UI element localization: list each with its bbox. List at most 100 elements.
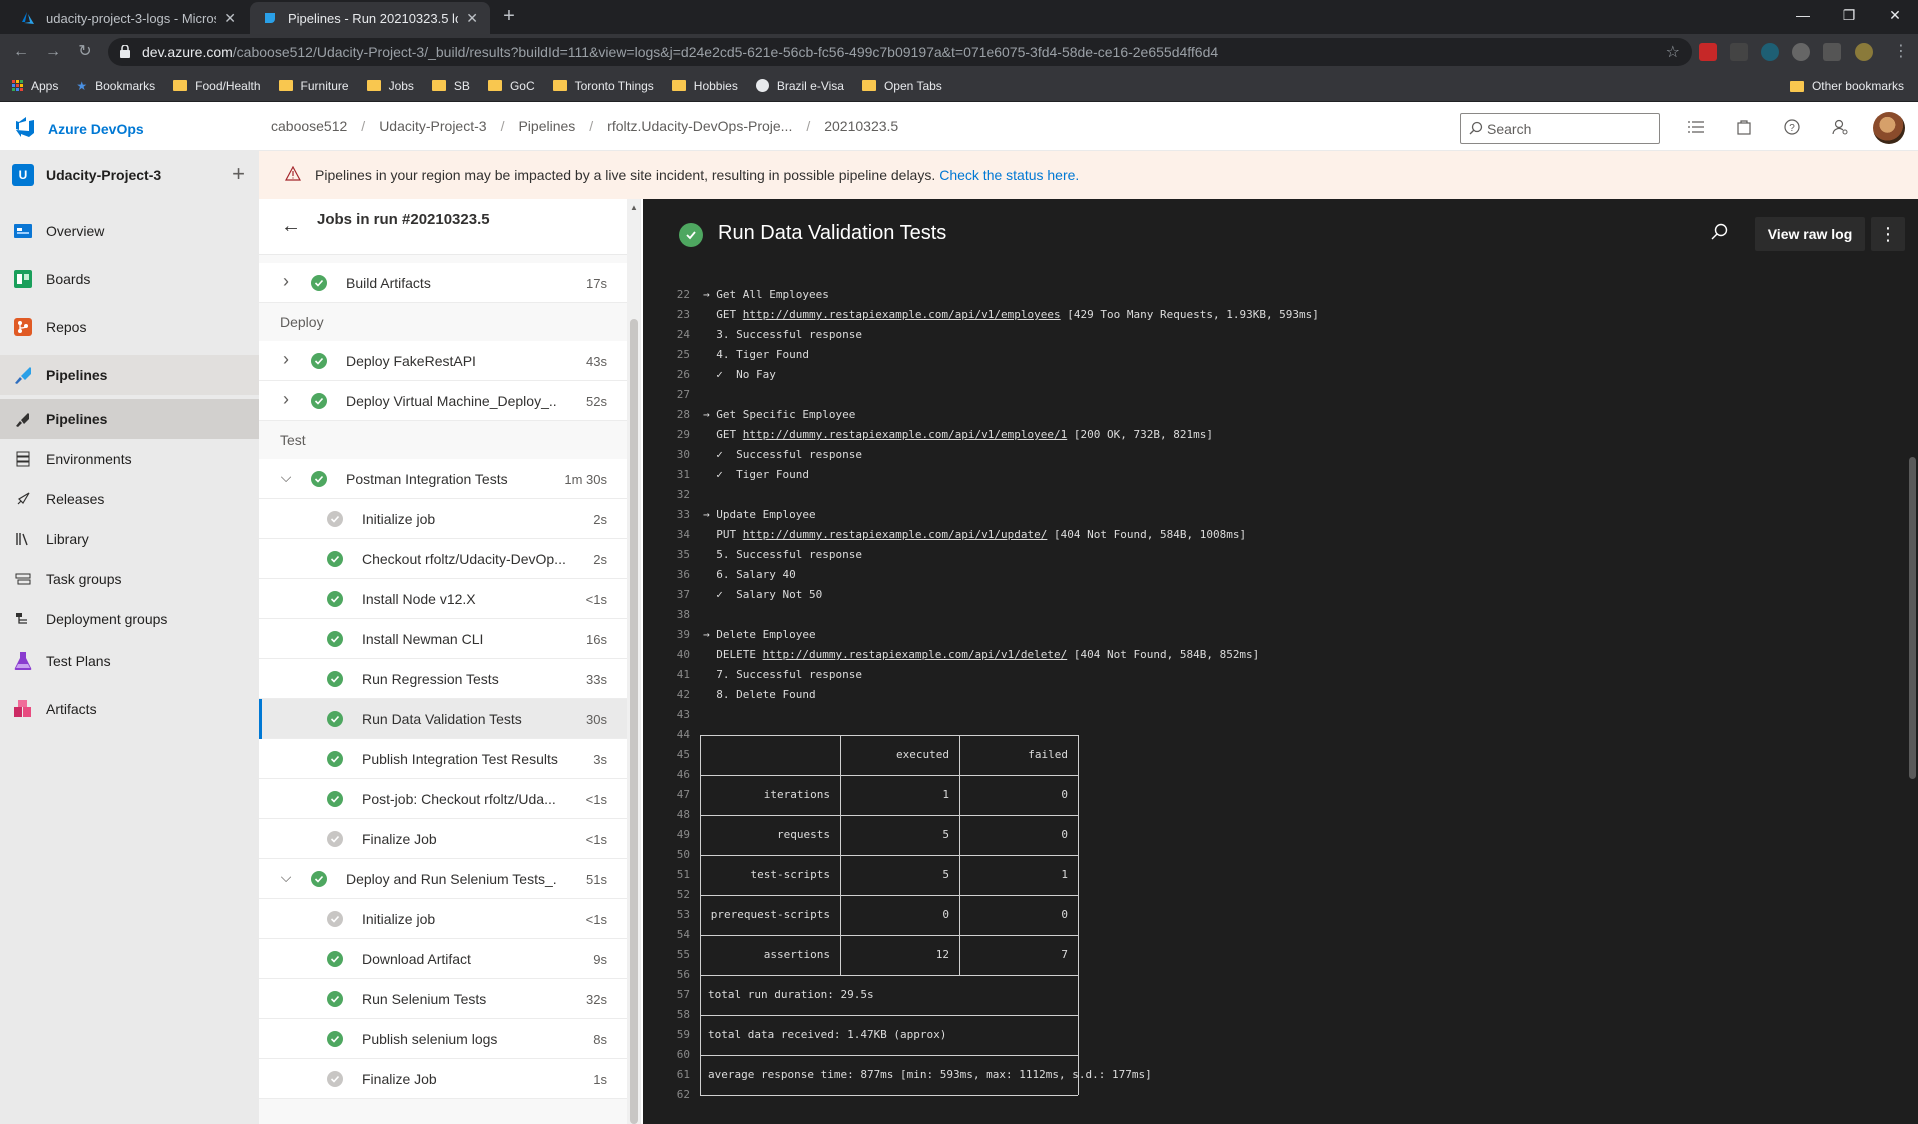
globe-icon — [755, 79, 769, 92]
banner-status-link[interactable]: Check the status here. — [939, 167, 1079, 183]
bookmark-open-tabs[interactable]: Open Tabs — [861, 79, 942, 93]
close-window-button[interactable]: ✕ — [1872, 0, 1918, 30]
step-row[interactable]: Run Regression Tests 33s — [259, 659, 627, 699]
step-row[interactable]: Initialize job 2s — [259, 499, 627, 539]
close-tab-icon[interactable]: ✕ — [466, 10, 478, 27]
step-row[interactable]: Run Data Validation Tests 30s — [259, 699, 627, 739]
step-row[interactable]: Run Selenium Tests 32s — [259, 979, 627, 1019]
bookmark-bookmarks[interactable]: ★ Bookmarks — [76, 79, 155, 93]
job-row[interactable]: › Build Artifacts 17s — [259, 263, 627, 303]
bookmark-toronto-things[interactable]: Toronto Things — [552, 79, 654, 93]
job-row[interactable]: › Deploy Virtual Machine_Deploy_... 52s — [259, 381, 627, 421]
extension-es-icon[interactable] — [1730, 43, 1748, 61]
chevron-right-icon[interactable]: › — [279, 349, 293, 370]
chevron-right-icon[interactable]: › — [279, 271, 293, 292]
breadcrumb-project[interactable]: Udacity-Project-3 — [379, 118, 486, 134]
step-row[interactable]: Install Newman CLI 16s — [259, 619, 627, 659]
nav-artifacts[interactable]: Artifacts — [0, 689, 259, 729]
nav-task-groups[interactable]: Task groups — [0, 559, 259, 599]
step-row[interactable]: Checkout rfoltz/Udacity-DevOp... 2s — [259, 539, 627, 579]
bookmark-furniture[interactable]: Furniture — [278, 79, 349, 93]
breadcrumb-pipelines[interactable]: Pipelines — [518, 118, 575, 134]
breadcrumb-run[interactable]: 20210323.5 — [824, 118, 898, 134]
bookmark-hobbies[interactable]: Hobbies — [671, 79, 738, 93]
job-row[interactable]: › Deploy FakeRestAPI 43s — [259, 341, 627, 381]
line-number: 33 — [676, 508, 690, 521]
log-url-link[interactable]: http://dummy.restapiexample.com/api/v1/u… — [743, 528, 1048, 541]
extension-reader-icon[interactable] — [1792, 43, 1810, 61]
log-scrollbar-thumb[interactable] — [1909, 457, 1916, 779]
add-icon[interactable]: + — [232, 163, 245, 185]
chevron-down-icon[interactable]: ⌵ — [279, 869, 293, 886]
back-button[interactable]: ← — [10, 41, 32, 63]
step-row[interactable]: Publish Integration Test Results 3s — [259, 739, 627, 779]
help-icon[interactable]: ? — [1781, 116, 1803, 138]
step-row[interactable]: Finalize Job <1s — [259, 819, 627, 859]
close-tab-icon[interactable]: ✕ — [224, 10, 236, 27]
project-header[interactable]: U Udacity-Project-3 + — [0, 151, 259, 199]
azure-devops-logo[interactable]: Azure DevOps — [14, 116, 144, 141]
breadcrumb-pipeline[interactable]: rfoltz.Udacity-DevOps-Proje... — [607, 118, 792, 134]
user-settings-icon[interactable] — [1829, 116, 1851, 138]
nav-test-plans[interactable]: Test Plans — [0, 641, 259, 681]
browser-tab-1[interactable]: udacity-project-3-logs - Microso ✕ — [8, 2, 248, 34]
minimize-button[interactable]: — — [1780, 0, 1826, 30]
nav-repos[interactable]: Repos — [0, 307, 259, 347]
chevron-down-icon[interactable]: ⌵ — [279, 469, 293, 486]
reload-button[interactable]: ↻ — [74, 41, 96, 63]
log-url-link[interactable]: http://dummy.restapiexample.com/api/v1/e… — [743, 428, 1068, 441]
bookmark-jobs[interactable]: Jobs — [366, 79, 414, 93]
log-search-icon[interactable] — [1711, 223, 1729, 244]
step-row[interactable]: Install Node v12.X <1s — [259, 579, 627, 619]
profile-icon[interactable] — [1855, 43, 1873, 61]
bookmark-sb[interactable]: SB — [431, 79, 470, 93]
search-input[interactable]: Search — [1460, 113, 1660, 144]
nav-releases[interactable]: Releases — [0, 479, 259, 519]
job-duration: 51s — [586, 872, 607, 887]
jobs-scrollbar[interactable]: ▲ — [627, 199, 640, 1124]
nav-deployment-groups[interactable]: Deployment groups — [0, 599, 259, 639]
scroll-up-icon[interactable]: ▲ — [630, 203, 638, 212]
restore-button[interactable]: ❐ — [1826, 0, 1872, 30]
nav-boards[interactable]: Boards — [0, 259, 259, 299]
avatar[interactable] — [1873, 112, 1905, 144]
nav-library[interactable]: Library — [0, 519, 259, 559]
list-icon[interactable] — [1685, 116, 1707, 138]
step-row[interactable]: Finalize Job 1s — [259, 1059, 627, 1099]
job-row[interactable]: ⌵ Deploy and Run Selenium Tests_... 51s — [259, 859, 627, 899]
log-url-link[interactable]: http://dummy.restapiexample.com/api/v1/e… — [743, 308, 1061, 321]
back-arrow-icon[interactable]: ← — [281, 215, 301, 238]
browser-menu-icon[interactable]: ⋮ — [1890, 41, 1912, 63]
nav-pipelines-sub[interactable]: Pipelines — [0, 399, 259, 439]
step-row[interactable]: Publish selenium logs 8s — [259, 1019, 627, 1059]
step-row[interactable]: Initialize job <1s — [259, 899, 627, 939]
extensions-puzzle-icon[interactable] — [1823, 43, 1841, 61]
nav-pipelines[interactable]: Pipelines — [0, 355, 259, 395]
view-raw-log-button[interactable]: View raw log — [1755, 217, 1865, 251]
new-tab-button[interactable]: + — [498, 6, 520, 28]
log-url-link[interactable]: http://dummy.restapiexample.com/api/v1/d… — [763, 648, 1068, 661]
extension-react-icon[interactable] — [1761, 43, 1779, 61]
job-row[interactable]: ⌵ Postman Integration Tests 1m 30s — [259, 459, 627, 499]
chevron-right-icon[interactable]: › — [279, 389, 293, 410]
step-row[interactable]: Post-job: Checkout rfoltz/Uda... <1s — [259, 779, 627, 819]
bookmark-apps[interactable]: Apps — [12, 79, 58, 93]
address-bar[interactable]: dev.azure.com/caboose512/Udacity-Project… — [108, 38, 1692, 66]
nav-environments[interactable]: Environments — [0, 439, 259, 479]
extension-ublock-icon[interactable] — [1699, 43, 1717, 61]
breadcrumb-org[interactable]: caboose512 — [271, 118, 347, 134]
bookmark-other[interactable]: Other bookmarks — [1789, 79, 1904, 93]
bookmark-goc[interactable]: GoC — [487, 79, 535, 93]
nav-overview[interactable]: Overview — [0, 211, 259, 251]
job-label: Run Regression Tests — [362, 671, 499, 687]
forward-button[interactable]: → — [42, 41, 64, 63]
jobs-scrollbar-thumb[interactable] — [630, 319, 638, 1124]
table-row-label: iterations — [763, 788, 830, 801]
browser-tab-2[interactable]: Pipelines - Run 20210323.5 logs ✕ — [250, 2, 490, 34]
shopping-bag-icon[interactable] — [1733, 116, 1755, 138]
bookmark-food-health[interactable]: Food/Health — [173, 79, 261, 93]
more-options-icon[interactable]: ⋮ — [1871, 217, 1905, 251]
bookmark-brazil-evisa[interactable]: Brazil e-Visa — [755, 79, 844, 93]
step-row[interactable]: Download Artifact 9s — [259, 939, 627, 979]
bookmark-star-icon[interactable]: ☆ — [1666, 42, 1680, 62]
